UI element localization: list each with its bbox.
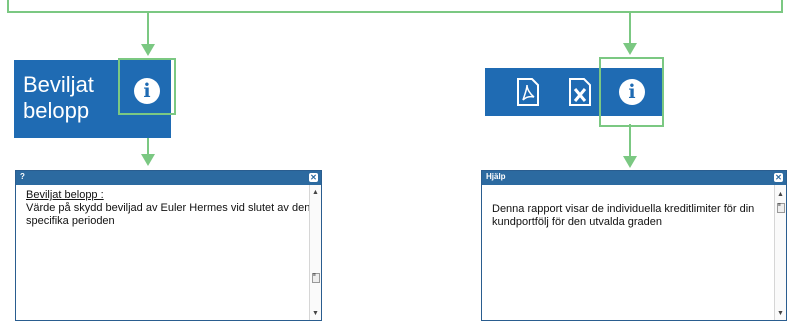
popup-titlebar: ? ✕: [16, 171, 321, 185]
popup-body: Beviljat belopp : Värde på skydd bevilja…: [26, 189, 311, 228]
help-popup-right: Hjälp ✕ Denna rapport visar de individue…: [481, 170, 787, 321]
help-popup-left: ? ✕ Beviljat belopp : Värde på skydd bev…: [15, 170, 322, 321]
popup-title: Hjälp: [486, 172, 506, 181]
highlight-box-left: [118, 58, 176, 115]
close-icon[interactable]: ✕: [309, 173, 318, 182]
popup-titlebar: Hjälp ✕: [482, 171, 786, 185]
popup-text: Denna rapport visar de individuella kred…: [492, 203, 755, 228]
popup-text: Värde på skydd beviljad av Euler Hermes …: [26, 202, 311, 227]
close-icon[interactable]: ✕: [774, 173, 783, 182]
popup-heading: Beviljat belopp :: [26, 189, 104, 201]
popup-title: ?: [20, 172, 25, 181]
pdf-icon[interactable]: [515, 78, 541, 106]
highlight-box-right: [599, 57, 664, 127]
popup-scrollbar[interactable]: ▲ ≡ ▼: [774, 185, 786, 320]
popup-scrollbar[interactable]: ▲ ≡ ▼: [309, 185, 321, 320]
excel-icon[interactable]: [567, 78, 593, 106]
popup-body: Denna rapport visar de individuella kred…: [492, 203, 774, 229]
column-header-label: Beviljat belopp: [23, 72, 94, 123]
